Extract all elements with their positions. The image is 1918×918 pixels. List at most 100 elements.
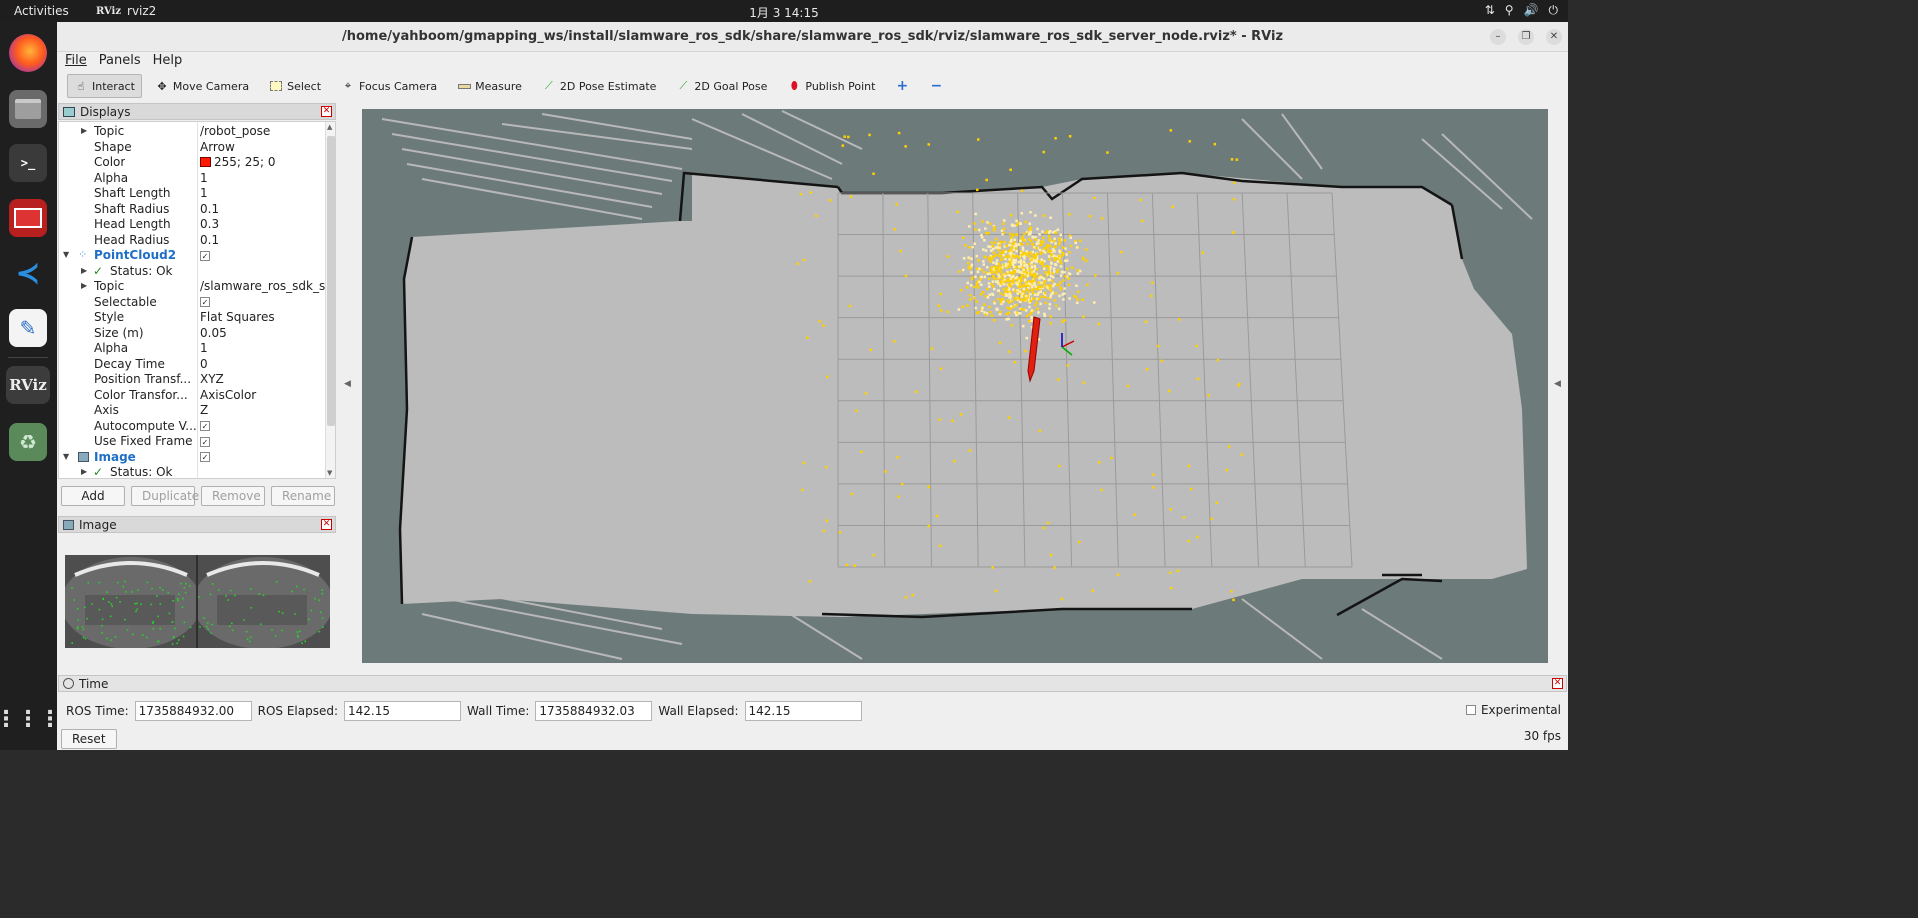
3d-render-view[interactable] xyxy=(362,109,1548,663)
scroll-down-icon[interactable]: ▼ xyxy=(327,469,332,477)
property-row[interactable]: Color 255; 25; 0 xyxy=(59,155,325,171)
minimize-button[interactable]: – xyxy=(1490,29,1506,45)
remove-tool-button[interactable]: − xyxy=(922,74,950,98)
interact-tool[interactable]: ☝ Interact xyxy=(67,74,142,98)
duplicate-button[interactable]: Duplicate xyxy=(131,486,199,506)
power-icon[interactable]: ⏻ xyxy=(1549,3,1559,18)
cloud-point xyxy=(1035,301,1038,304)
app-red-icon[interactable] xyxy=(9,199,47,237)
cloud-point xyxy=(869,348,873,352)
select-tool[interactable]: Select xyxy=(262,74,328,98)
experimental-checkbox[interactable] xyxy=(1465,705,1476,715)
close-panel-icon[interactable]: ✕ xyxy=(1552,678,1563,689)
clock[interactable]: 1月 3 14:15 xyxy=(0,4,1568,21)
measure-tool[interactable]: Measure xyxy=(450,74,529,98)
displays-tree[interactable]: ▶ Topic/robot_pose Shape Arrow Color 255; 2… xyxy=(58,121,336,479)
property-row[interactable]: Selectable ✓ xyxy=(59,295,325,311)
collapse-right-icon[interactable]: ◀ xyxy=(1554,379,1561,389)
reset-button[interactable]: Reset xyxy=(61,729,117,749)
maximize-button[interactable]: ❐ xyxy=(1518,29,1534,45)
time-panel-header[interactable]: Time ✕ xyxy=(58,675,1567,692)
cloud-point xyxy=(983,311,986,314)
scroll-up-icon[interactable]: ▲ xyxy=(327,123,332,131)
enable-checkbox[interactable]: ✓ xyxy=(200,452,210,462)
status-row[interactable]: ▶ ✓ Status: Ok xyxy=(59,264,325,280)
rename-button[interactable]: Rename xyxy=(271,486,335,506)
display-image[interactable]: ▼ Image ✓ xyxy=(59,450,325,466)
cloud-point xyxy=(935,514,939,518)
app-menu[interactable]: RViz rviz2 xyxy=(96,4,156,18)
property-row[interactable]: Head Radius 0.1 xyxy=(59,233,325,249)
text-editor-icon[interactable]: ✎ xyxy=(9,309,47,347)
color-swatch[interactable] xyxy=(200,157,211,167)
cloud-point xyxy=(1014,247,1018,250)
property-row[interactable]: Head Length 0.3 xyxy=(59,217,325,233)
close-panel-icon[interactable]: ✕ xyxy=(321,519,332,530)
property-row[interactable]: Shape Arrow xyxy=(59,140,325,156)
terminal-icon[interactable]: >_ xyxy=(9,144,47,182)
property-row[interactable]: ▶ Topic/slamware_ros_sdk_s... xyxy=(59,279,328,295)
cloud-point xyxy=(849,195,853,198)
property-row[interactable]: ▶ Topic/robot_pose xyxy=(59,124,325,140)
firefox-icon[interactable] xyxy=(9,34,47,72)
tree-scrollbar[interactable]: ▲ ▼ xyxy=(325,122,335,478)
title-bar[interactable]: /home/yahboom/gmapping_ws/install/slamwa… xyxy=(57,22,1568,52)
menu-help[interactable]: Help xyxy=(153,52,183,70)
map-scene[interactable] xyxy=(362,109,1548,663)
activities-button[interactable]: Activities xyxy=(14,4,69,18)
menu-file[interactable]: File xyxy=(65,52,87,70)
show-apps-icon[interactable]: ⋮⋮⋮ xyxy=(0,700,61,738)
experimental-toggle[interactable]: Experimental xyxy=(1465,703,1561,717)
right-dock-splitter[interactable]: ◀ xyxy=(1551,109,1566,663)
goal-pose-tool[interactable]: ⟋ 2D Goal Pose xyxy=(669,74,774,98)
selectable-checkbox[interactable]: ✓ xyxy=(200,297,210,307)
add-tool-button[interactable]: + xyxy=(888,74,916,98)
property-row[interactable]: Style Flat Squares xyxy=(59,310,325,326)
fixed-frame-checkbox[interactable]: ✓ xyxy=(200,436,210,447)
cloud-point xyxy=(1178,318,1181,321)
property-row[interactable]: Shaft Radius 0.1 xyxy=(59,202,325,218)
network-icon[interactable]: ⇅ xyxy=(1485,3,1495,18)
rviz-icon[interactable]: RViz xyxy=(6,366,50,404)
cloud-point xyxy=(1049,274,1053,278)
property-row[interactable]: Alpha 1 xyxy=(59,171,325,187)
files-icon[interactable] xyxy=(9,90,47,128)
vscode-icon[interactable]: ≺ xyxy=(9,254,47,292)
pose-estimate-tool[interactable]: ⟋ 2D Pose Estimate xyxy=(535,74,664,98)
add-button[interactable]: Add xyxy=(61,486,125,506)
ros-elapsed-field[interactable]: 142.15 xyxy=(344,701,462,721)
property-row[interactable]: Axis Z xyxy=(59,403,325,419)
ros-time-field[interactable]: 1735884932.00 xyxy=(134,701,252,721)
remove-button[interactable]: Remove xyxy=(201,486,265,506)
display-pointcloud2[interactable]: ▼ ⁘ PointCloud2 ✓ xyxy=(59,248,325,264)
trash-icon[interactable]: ♻ xyxy=(9,423,47,461)
displays-header[interactable]: Displays ✕ xyxy=(58,103,336,120)
property-row[interactable]: Decay Time 0 xyxy=(59,357,325,373)
property-row[interactable]: Position Transf... XYZ xyxy=(59,372,325,388)
property-row[interactable]: Size (m) 0.05 xyxy=(59,326,325,342)
autocompute-checkbox[interactable]: ✓ xyxy=(200,421,210,431)
property-row[interactable]: Autocompute V... ✓ xyxy=(59,419,325,435)
publish-point-tool[interactable]: ⬮ Publish Point xyxy=(780,74,882,98)
property-row[interactable]: Color Transfor... AxisColor xyxy=(59,388,325,404)
wall-time-field[interactable]: 1735884932.03 xyxy=(535,701,653,721)
focus-camera-tool[interactable]: ⌖ Focus Camera xyxy=(334,74,444,98)
wall-elapsed-field[interactable]: 142.15 xyxy=(744,701,862,721)
accessibility-icon[interactable]: ⚲ xyxy=(1505,3,1514,18)
image-panel-header[interactable]: Image ✕ xyxy=(58,516,336,533)
menu-panels[interactable]: Panels xyxy=(99,52,141,70)
status-row[interactable]: ▶ ✓ Status: Ok xyxy=(59,465,325,478)
close-window-button[interactable]: ✕ xyxy=(1546,29,1562,45)
property-row[interactable]: Use Fixed Frame ✓ xyxy=(59,434,325,450)
cloud-point xyxy=(988,285,991,288)
left-dock-splitter[interactable]: ◀ xyxy=(340,109,358,663)
collapse-left-icon[interactable]: ◀ xyxy=(344,379,351,389)
volume-icon[interactable]: 🔊 xyxy=(1524,3,1539,18)
system-tray[interactable]: ⇅ ⚲ 🔊 ⏻ xyxy=(1485,3,1558,18)
move-camera-tool[interactable]: ✥ Move Camera xyxy=(148,74,256,98)
scroll-thumb[interactable] xyxy=(327,136,335,426)
property-row[interactable]: Shaft Length 1 xyxy=(59,186,325,202)
property-row[interactable]: Alpha 1 xyxy=(59,341,325,357)
enable-checkbox[interactable]: ✓ xyxy=(200,250,210,261)
close-panel-icon[interactable]: ✕ xyxy=(321,106,332,117)
